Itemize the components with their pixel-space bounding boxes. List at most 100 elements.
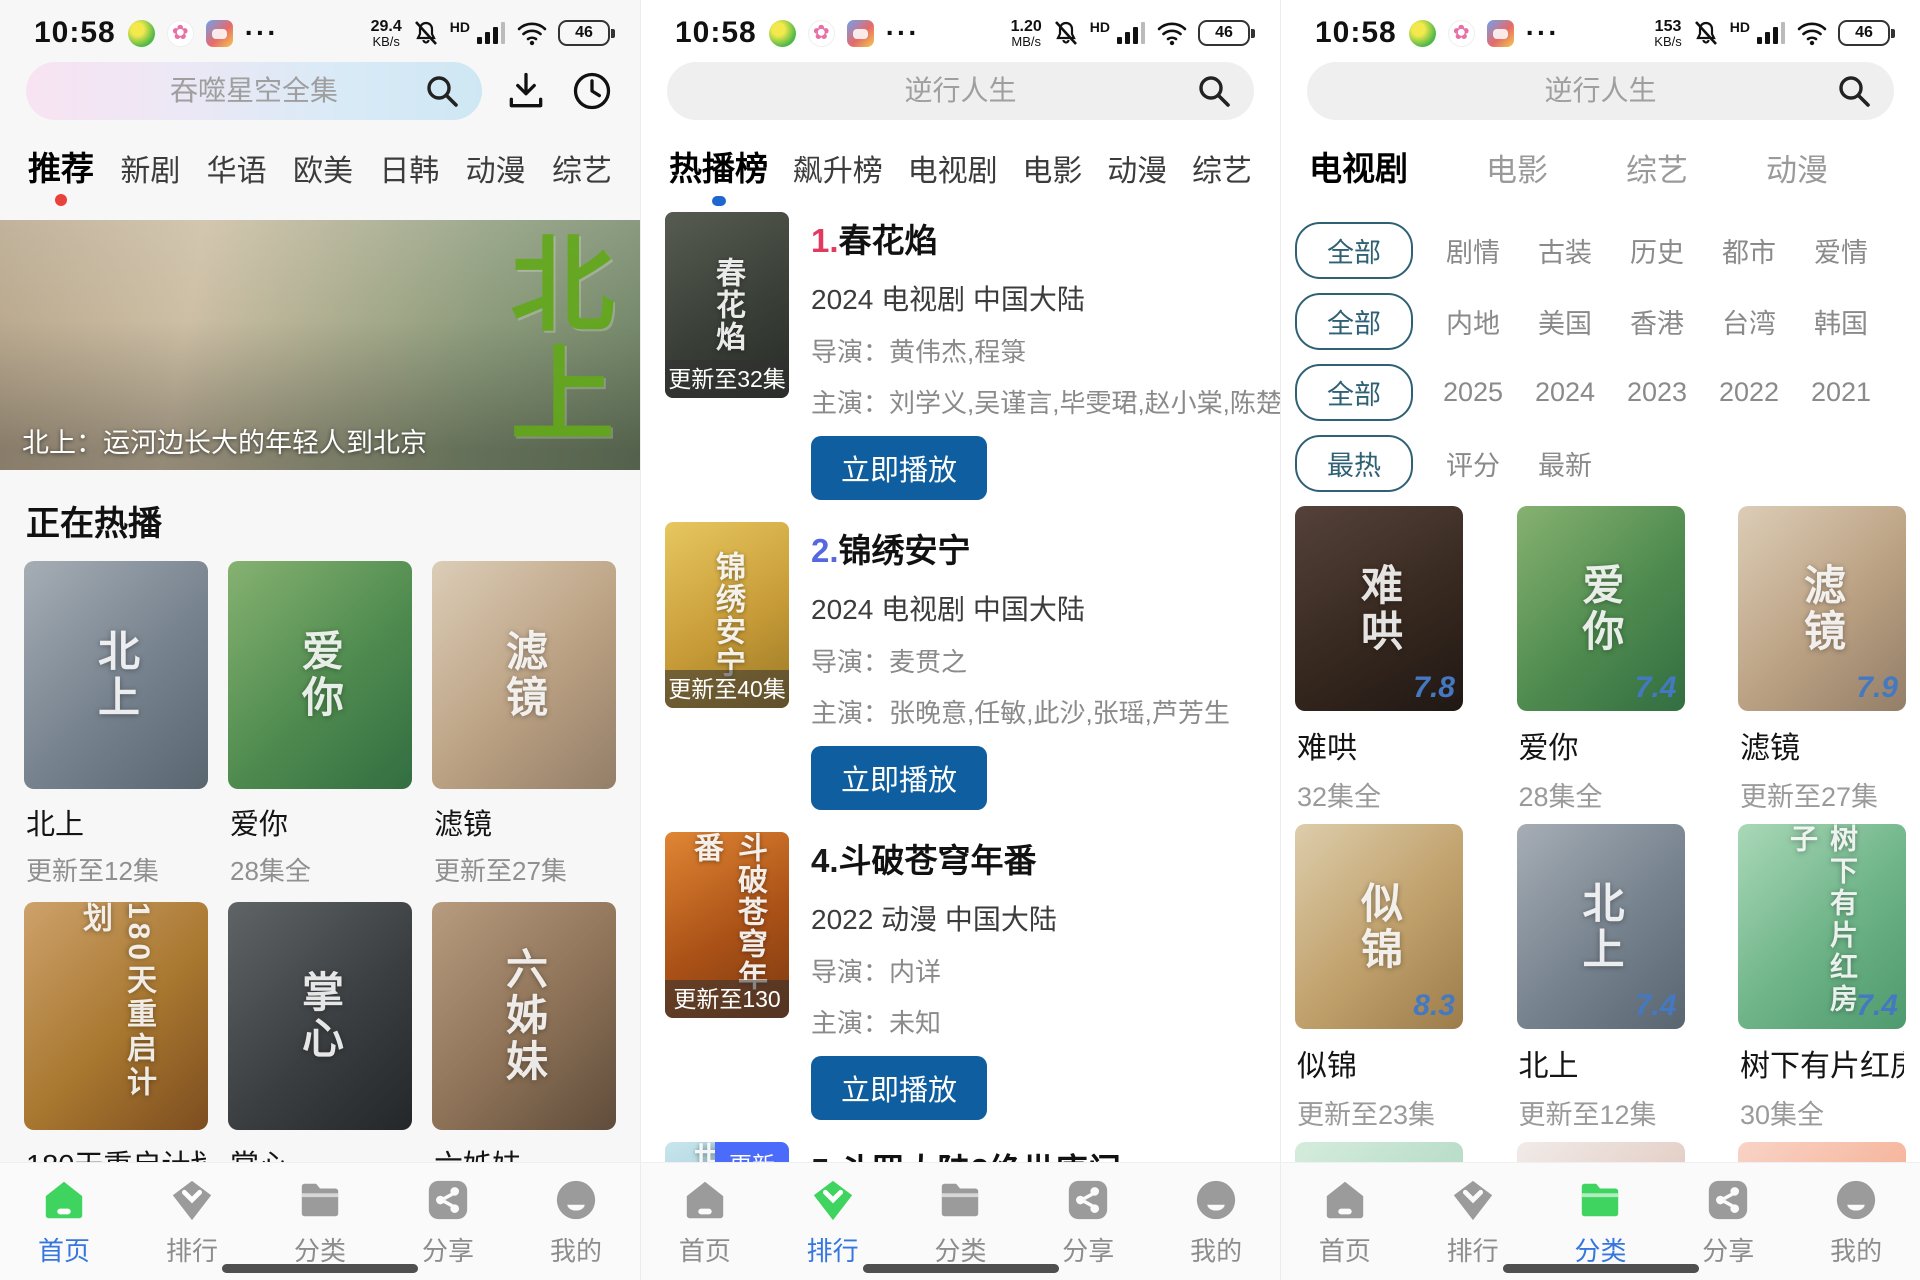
tab-movie[interactable]: 电影 xyxy=(1022,146,1082,206)
history-icon[interactable] xyxy=(570,69,614,113)
tab-recommend[interactable]: 推荐 xyxy=(28,142,94,206)
filter-option[interactable]: 评分 xyxy=(1427,444,1519,483)
tab-hot-list[interactable]: 热播榜 xyxy=(669,142,768,206)
search-icon[interactable] xyxy=(1196,73,1232,109)
filter-option[interactable]: 韩国 xyxy=(1795,302,1887,341)
tab-variety[interactable]: 综艺 xyxy=(1192,146,1252,206)
nav-category[interactable]: 分类 xyxy=(1550,1177,1650,1268)
filter-option[interactable]: 2022 xyxy=(1703,377,1795,408)
nav-mine[interactable]: 我的 xyxy=(1166,1177,1266,1268)
play-now-button[interactable]: 立即播放 xyxy=(811,746,988,810)
poster-image[interactable]: 六姊妹 xyxy=(432,902,616,1130)
media-card[interactable]: 北上 北上 更新至12集 xyxy=(24,561,208,888)
rank-icon xyxy=(1453,1180,1492,1221)
poster-image[interactable]: 爱你 xyxy=(228,561,412,789)
poster-image[interactable]: 滤镜 7.9 xyxy=(1738,506,1906,711)
home-indicator[interactable] xyxy=(862,1264,1059,1273)
nav-rank[interactable]: 排行 xyxy=(1423,1177,1523,1268)
rank-item[interactable]: 春花焰 更新至32集 1.春花焰 2024 电视剧 中国大陆 导演：黄伟杰,程箓… xyxy=(665,212,1280,500)
filter-option[interactable]: 香港 xyxy=(1611,302,1703,341)
filter-option[interactable]: 最新 xyxy=(1519,444,1611,483)
media-card[interactable]: 树下有片红房子 7.4 树下有片红房子 30集全 xyxy=(1738,824,1906,1132)
nav-category[interactable]: 分类 xyxy=(270,1177,370,1268)
poster-image[interactable]: 爱你 7.4 xyxy=(1516,506,1685,711)
tab-anime[interactable]: 动漫 xyxy=(1107,146,1167,206)
nav-share[interactable]: 分享 xyxy=(398,1177,498,1268)
filter-option[interactable]: 都市 xyxy=(1703,231,1795,270)
nav-home[interactable]: 首页 xyxy=(14,1177,114,1268)
search-icon[interactable] xyxy=(1836,73,1872,109)
filter-option[interactable]: 2021 xyxy=(1795,377,1887,408)
tab-rising-list[interactable]: 飙升榜 xyxy=(793,146,883,206)
media-card[interactable]: 滤镜 7.9 滤镜 更新至27集 xyxy=(1738,506,1906,814)
rank-item[interactable]: 锦绣安宁 更新至40集 2.锦绣安宁 2024 电视剧 中国大陆 导演：麦贯之 … xyxy=(665,522,1256,810)
tab-anime[interactable]: 动漫 xyxy=(1766,145,1828,206)
media-card[interactable]: 爱你 爱你 28集全 xyxy=(228,561,412,888)
filter-pill-all[interactable]: 全部 xyxy=(1295,364,1413,421)
play-now-button[interactable]: 立即播放 xyxy=(811,1056,988,1120)
poster-image[interactable]: 180天重启计划 xyxy=(24,902,208,1130)
search-bar[interactable] xyxy=(667,62,1254,120)
poster-image[interactable]: 锦绣安宁 更新至40集 xyxy=(665,522,789,708)
poster-image[interactable]: 似锦 8.3 xyxy=(1295,824,1463,1029)
tab-variety[interactable]: 综艺 xyxy=(552,146,612,206)
tab-western[interactable]: 欧美 xyxy=(293,146,353,206)
hero-banner[interactable]: 北上 北上：运河边长大的年轻人到北京 xyxy=(0,220,640,470)
search-input[interactable] xyxy=(26,62,482,120)
filter-option[interactable]: 古装 xyxy=(1519,231,1611,270)
tab-movie[interactable]: 电影 xyxy=(1486,145,1548,206)
filter-option[interactable]: 2024 xyxy=(1519,377,1611,408)
search-icon[interactable] xyxy=(424,73,460,109)
poster-image[interactable]: 滤镜 xyxy=(432,561,616,789)
filter-option[interactable]: 台湾 xyxy=(1703,302,1795,341)
search-bar[interactable] xyxy=(1307,62,1894,120)
search-input[interactable] xyxy=(667,62,1254,120)
poster-image[interactable]: 北上 7.4 xyxy=(1516,824,1685,1029)
home-indicator[interactable] xyxy=(1502,1264,1699,1273)
media-card[interactable]: 似锦 8.3 似锦 更新至23集 xyxy=(1295,824,1463,1132)
nav-home[interactable]: 首页 xyxy=(1295,1177,1395,1268)
filter-pill-all[interactable]: 全部 xyxy=(1295,293,1413,350)
media-card[interactable]: 滤镜 滤镜 更新至27集 xyxy=(432,561,616,888)
poster-image[interactable]: 斗破苍穹年番 更新至130集 xyxy=(665,832,789,1018)
poster-image[interactable]: 难哄 7.8 xyxy=(1295,506,1463,711)
nav-category[interactable]: 分类 xyxy=(910,1177,1010,1268)
filter-option[interactable]: 剧情 xyxy=(1427,231,1519,270)
tab-new-drama[interactable]: 新剧 xyxy=(120,146,180,206)
search-input[interactable] xyxy=(1307,62,1894,120)
poster-image[interactable]: 掌心 xyxy=(228,902,412,1130)
download-icon[interactable] xyxy=(504,69,548,113)
tab-variety[interactable]: 综艺 xyxy=(1626,145,1688,206)
media-card[interactable]: 爱你 7.4 爱你 28集全 xyxy=(1516,506,1685,814)
tab-anime[interactable]: 动漫 xyxy=(466,146,526,206)
home-indicator[interactable] xyxy=(222,1264,418,1273)
media-card[interactable]: 北上 7.4 北上 更新至12集 xyxy=(1516,824,1685,1132)
nav-share[interactable]: 分享 xyxy=(1678,1177,1778,1268)
poster-image[interactable]: 春花焰 更新至32集 xyxy=(665,212,789,398)
nav-home[interactable]: 首页 xyxy=(655,1177,755,1268)
media-card[interactable]: 难哄 7.8 难哄 32集全 xyxy=(1295,506,1463,814)
rank-item[interactable]: 斗破苍穹年番 更新至130集 4.斗破苍穹年番 2022 动漫 中国大陆 导演：… xyxy=(665,832,1256,1120)
play-now-button[interactable]: 立即播放 xyxy=(811,436,988,500)
filter-pill-hot[interactable]: 最热 xyxy=(1295,435,1413,492)
search-bar[interactable] xyxy=(26,62,482,120)
nav-mine[interactable]: 我的 xyxy=(1806,1177,1906,1268)
tab-tv[interactable]: 电视剧 xyxy=(1309,142,1408,206)
nav-rank[interactable]: 排行 xyxy=(783,1177,883,1268)
filter-option[interactable]: 2025 xyxy=(1427,377,1519,408)
poster-image[interactable]: 北上 xyxy=(24,561,208,789)
filter-pill-all[interactable]: 全部 xyxy=(1295,222,1413,279)
tab-jp-kr[interactable]: 日韩 xyxy=(379,146,439,206)
tab-chinese[interactable]: 华语 xyxy=(207,146,267,206)
tab-tv[interactable]: 电视剧 xyxy=(908,146,998,206)
hd-indicator: HD xyxy=(1089,19,1110,35)
filter-option[interactable]: 美国 xyxy=(1519,302,1611,341)
filter-option[interactable]: 内地 xyxy=(1427,302,1519,341)
nav-rank[interactable]: 排行 xyxy=(142,1177,242,1268)
nav-mine[interactable]: 我的 xyxy=(526,1177,626,1268)
filter-option[interactable]: 2023 xyxy=(1611,377,1703,408)
filter-option[interactable]: 爱情 xyxy=(1795,231,1887,270)
nav-share[interactable]: 分享 xyxy=(1038,1177,1138,1268)
poster-image[interactable]: 树下有片红房子 7.4 xyxy=(1738,824,1906,1029)
filter-option[interactable]: 历史 xyxy=(1611,231,1703,270)
